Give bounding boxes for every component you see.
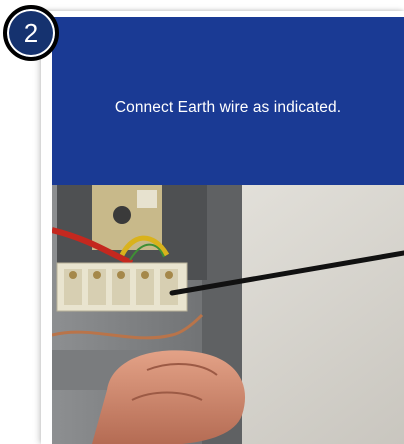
step-number-badge: 2	[3, 5, 59, 61]
wiring-photo-illustration	[52, 185, 404, 444]
step-header: Connect Earth wire as indicated.	[52, 17, 404, 185]
step-card: Connect Earth wire as indicated.	[41, 11, 404, 444]
step-instruction: Connect Earth wire as indicated.	[114, 99, 342, 116]
step-photo	[52, 185, 404, 444]
